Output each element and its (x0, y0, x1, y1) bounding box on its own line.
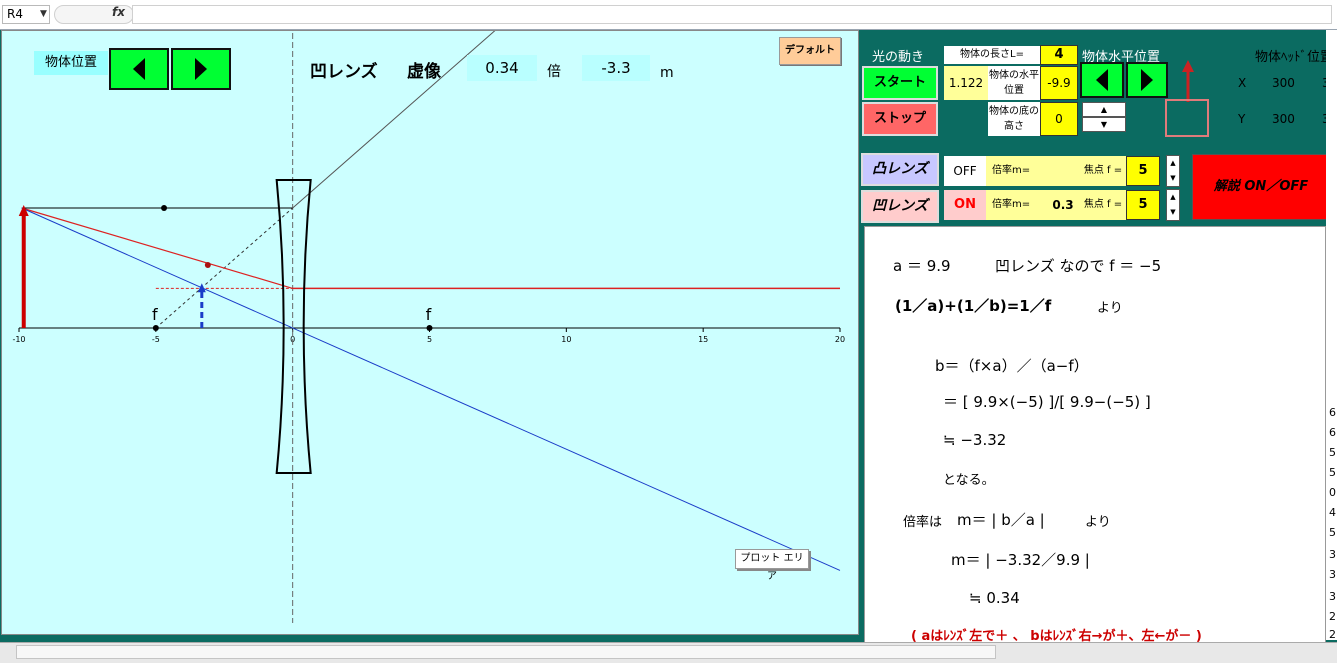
bottom-spin-up[interactable]: ▲ (1082, 102, 1126, 117)
y-value-1: 300 (1272, 112, 1295, 126)
image-kind-title: 虚像 (407, 62, 441, 82)
bottom-spin-down[interactable]: ▼ (1082, 117, 1126, 132)
explain-f: 凹レンズ なので f ＝ −5 (995, 257, 1162, 275)
formula-bar: R4 ▼ fx (0, 0, 1337, 30)
concave-magnification-label: 倍率m= (986, 190, 1046, 220)
explain-formula-suffix: より (1097, 301, 1123, 316)
right-edge-cell: 5 (1329, 466, 1336, 479)
right-edge-cell: 6 (1329, 406, 1336, 419)
concave-lens (275, 179, 312, 474)
explain-mag-formula: m＝ | b／a | (957, 511, 1045, 529)
right-edge-cell: 0. (1329, 486, 1337, 499)
right-edge-cell: 3 (1329, 548, 1336, 561)
explain-mag-suffix: より (1085, 515, 1111, 530)
bottom-height-label: 物体の底の高さ (988, 102, 1040, 136)
x-label: X (1238, 76, 1247, 90)
focus-label: f (152, 305, 158, 324)
head-position-preview (1165, 60, 1209, 137)
convex-magnification-label: 倍率m= (986, 156, 1080, 186)
explain-mag-intro: 倍率は (903, 515, 943, 530)
plot-canvas: -10-505101520ff (12, 31, 845, 623)
default-button[interactable]: デフォルト (779, 37, 841, 65)
object-length-value[interactable]: 4 (1040, 45, 1078, 65)
image-arrow-head (197, 283, 206, 293)
plot-area-tooltip: プロット エリア (735, 549, 809, 582)
x-tick-label: -10 (12, 335, 25, 344)
light-motion-label: 光の動き (872, 50, 925, 65)
right-edge-cell: 6 (1329, 426, 1336, 439)
optics-chart[interactable]: -10-505101520ff 物体位置 凹レンズ 虚像 0.34 倍 -3.3… (1, 30, 859, 635)
horizontal-position-label: 物体の水平位置 (988, 66, 1040, 100)
explain-substitution: ＝ [ 9.9×(−5) ]/[ 9.9−(−5) ] (943, 393, 1151, 411)
concave-focus-label: 焦点 f = (1080, 190, 1126, 220)
focus-point (152, 325, 159, 331)
fx-icon[interactable]: fx (112, 5, 125, 19)
arrow-right-icon (195, 58, 207, 80)
object-right-button[interactable] (171, 48, 231, 90)
explain-mag-substitution: m＝ | −3.32／9.9 | (951, 551, 1090, 569)
image-distance-value: -3.3 (582, 55, 650, 81)
x-tick-label: 5 (427, 335, 432, 344)
lens-type-title: 凹レンズ (310, 62, 378, 82)
right-edge-cell: 2 (1329, 628, 1336, 641)
x-tick-label: 10 (561, 335, 571, 344)
right-edge-cell: 2 (1329, 610, 1336, 623)
explain-b-formula: b＝（f×a）／（a−f） (935, 357, 1089, 375)
explain-b-result: ≒ −3.32 (943, 431, 1007, 449)
explain-toggle-button[interactable]: 解説 ON／OFF (1192, 154, 1330, 220)
distance-unit: m (660, 65, 674, 81)
horizontal-left-button[interactable] (1080, 62, 1124, 98)
scrollbar-thumb[interactable] (16, 645, 996, 659)
head-position-title: 物体ﾍｯﾄﾞ位置 (1255, 50, 1334, 65)
stop-button[interactable]: ストップ (862, 102, 938, 136)
x-tick-label: -5 (152, 335, 160, 344)
concave-focus-value[interactable]: 5 (1126, 190, 1160, 220)
object-position-label: 物体位置 (34, 51, 108, 75)
right-edge-cell: 3 (1329, 590, 1336, 603)
length-ratio-value: 1.122 (944, 66, 988, 100)
focus-point (426, 325, 433, 331)
explain-mag-result: ≒ 0.34 (969, 589, 1020, 607)
x-tick-label: 20 (835, 335, 845, 344)
concave-state: ON (944, 190, 986, 220)
convex-focus-label: 焦点 f = (1080, 156, 1126, 186)
explain-a: a ＝ 9.9 (893, 257, 951, 275)
excel-window: R4 ▼ fx -10-505101520ff 物体位置 凹レンズ 虚像 0.3… (0, 0, 1337, 663)
concave-focus-spinner[interactable]: ▲ ▼ (1166, 189, 1180, 221)
explain-conclusion: となる。 (943, 473, 995, 488)
right-edge-cell: 3 (1329, 568, 1336, 581)
arrow-left-icon (133, 58, 145, 80)
convex-lens-button[interactable]: 凸レンズ (861, 153, 939, 186)
concave-lens-button[interactable]: 凹レンズ (861, 190, 939, 223)
right-edge-cell: 4 (1329, 506, 1336, 519)
arrow-right-icon (1141, 69, 1153, 91)
start-button[interactable]: スタート (862, 66, 938, 100)
object-left-button[interactable] (109, 48, 169, 90)
formula-input[interactable] (132, 5, 1332, 24)
horizontal-position-value[interactable]: -9.9 (1040, 66, 1078, 100)
right-edge-cell: 5 (1329, 446, 1336, 459)
chief-ray (21, 207, 841, 571)
x-value-1: 300 (1272, 76, 1295, 90)
focal-ray (21, 207, 293, 289)
right-edge-cell: 5 (1329, 526, 1336, 539)
bottom-height-value[interactable]: 0 (1040, 102, 1078, 136)
magnification-unit: 倍 (547, 64, 561, 80)
convex-focus-value[interactable]: 5 (1126, 156, 1160, 186)
focus-label: f (426, 305, 432, 324)
object-length-label: 物体の長さL= (944, 46, 1040, 64)
explanation-panel: a ＝ 9.9 凹レンズ なので f ＝ −5 (1／a)+(1／b)=1／f … (864, 226, 1326, 646)
arrow-left-icon (1096, 69, 1108, 91)
explain-lens-formula: (1／a)+(1／b)=1／f (895, 297, 1052, 315)
y-label: Y (1238, 112, 1246, 126)
concave-magnification-value: 0.3 (1046, 190, 1080, 220)
convex-focus-spinner[interactable]: ▲ ▼ (1166, 155, 1180, 187)
x-tick-label: 15 (698, 335, 708, 344)
chevron-down-icon[interactable]: ▼ (40, 9, 47, 19)
convex-state: OFF (944, 156, 986, 186)
parallel-ray-dot (161, 205, 168, 211)
magnification-value: 0.34 (467, 55, 537, 81)
focal-ray-dot (204, 262, 211, 268)
